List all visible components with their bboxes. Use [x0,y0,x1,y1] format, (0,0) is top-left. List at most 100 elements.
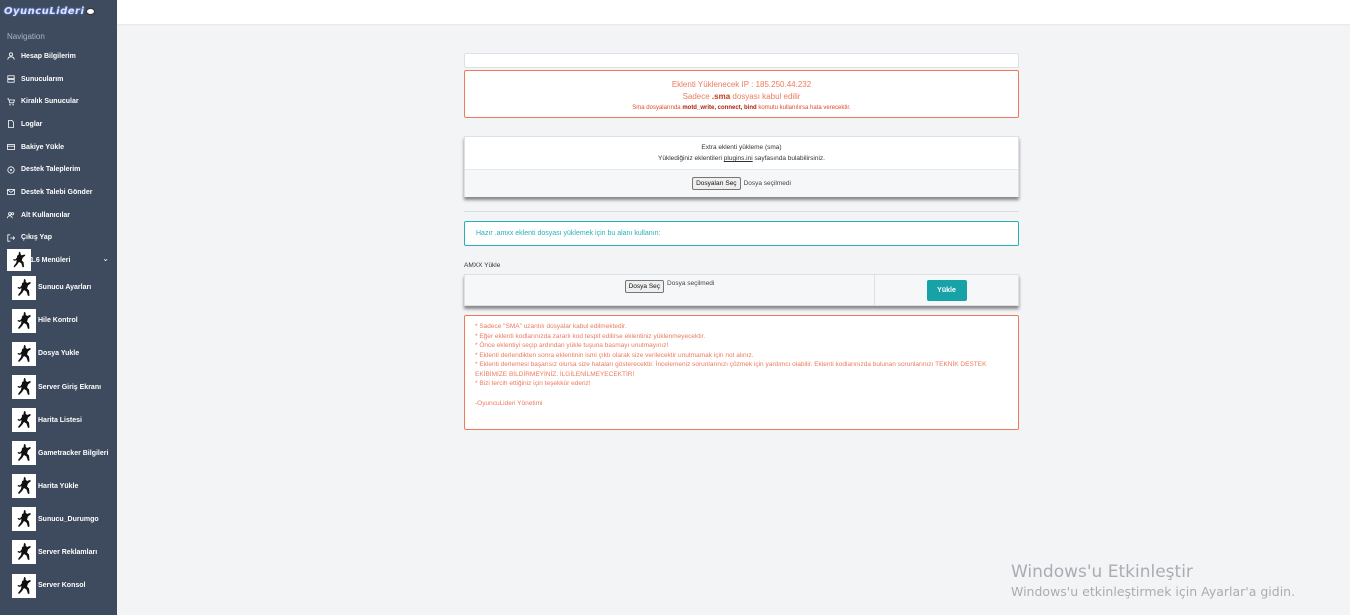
sidebar-item-support-tickets[interactable]: Destek Taleplerim [0,158,117,181]
sidebar-subitem-label: Server Reklamları [38,548,98,556]
sidebar-subitem-server-settings[interactable]: Sunucu Ayarları [0,271,117,304]
sidebar-subitem-map-upload[interactable]: Harita Yükle [0,470,117,503]
sidebar-subitem-server-console[interactable]: Server Konsol [0,569,117,602]
counter-strike-icon [12,474,36,499]
sma-only-suffix: dosyası kabul edilir [730,92,801,101]
plugins-ini-link[interactable]: plugins.ini [724,155,753,162]
sma-card-title: Extra eklenti yükleme (sma) [701,144,782,151]
sidebar-subitem-label: Server Konsol [38,582,86,590]
forbidden-commands: motd_write, connect, bind [682,105,757,111]
sidebar-subitem-label: Hile Kontrol [38,317,78,325]
forbidden-suffix: komutu kullanılırsa hata verecektir. [756,105,851,111]
user-icon [7,52,15,60]
logout-icon [7,234,15,242]
nav-heading: Navigation [7,32,45,41]
choose-files-button[interactable]: Dosyaları Seç [692,177,741,190]
sidebar-subitem-map-list[interactable]: Harita Listesi [0,404,117,437]
counter-strike-icon [12,507,36,532]
brand-logo[interactable]: OyuncuLideri [0,0,117,22]
mail-icon [7,188,15,196]
amxx-notice: Hazır .amxx eklenti dosyası yüklemek içi… [464,221,1019,246]
sidebar-subitem-label: Server Giriş Ekranı [38,383,102,391]
sidebar-item-servers[interactable]: Sunucularım [0,68,117,91]
counter-strike-icon [12,375,36,400]
sidebar-item-send-ticket[interactable]: Destek Talebi Gönder [0,181,117,204]
counter-strike-icon [12,441,36,466]
empty-panel [464,53,1019,68]
upload-button[interactable]: Yükle [926,279,967,301]
rule-item: * Sadece "SMA" uzantılı dosyalar kabul e… [475,323,627,330]
rule-item: * Önce eklentiyi seçip ardından yükle tu… [475,342,669,349]
sidebar-group-label: 1.6 Menüleri [30,256,71,264]
rule-item: * Eklenti derlemesi başarısız olursa siz… [475,361,987,378]
sidebar-subitem-label: Dosya Yukle [38,350,80,358]
logo-mark-icon [86,7,96,15]
sidebar-subitem-server-ads[interactable]: Server Reklamları [0,536,117,569]
watermark-title: Windows'u Etkinleştir [1011,562,1193,582]
sidebar-item-logout[interactable]: Çıkış Yap [0,227,117,250]
sidebar-subitem-cheat-control[interactable]: Hile Kontrol [0,304,117,337]
top-header [117,0,1350,24]
amxx-upload-row: Dosya Seç Dosya seçilmedi Yükle [464,274,1019,306]
divider [464,211,1019,212]
sma-extension: .sma [711,92,731,101]
sidebar-item-label: Bakiye Yükle [21,143,65,151]
sma-only-text: Sadece .sma dosyası kabul edilir [465,91,1018,103]
forbidden-prefix: Sma dosyalarında [632,105,683,111]
sidebar-item-logs[interactable]: Loglar [0,113,117,136]
sma-file-picker: Dosyaları Seç Dosya seçilmedi [465,170,1018,197]
ip-notice: Eklenti Yüklenecek IP : 185.250.44.232 S… [464,70,1019,118]
management-signature: -OyuncuLideri Yönetimi [475,399,543,407]
upload-ip-text: Eklenti Yüklenecek IP : 185.250.44.232 [671,80,812,89]
sma-only-prefix: Sadece [682,92,712,101]
sidebar-item-balance[interactable]: Bakiye Yükle [0,136,117,159]
sidebar-item-label: Kiralık Sunucular [21,98,79,106]
sma-card-header: Extra eklenti yükleme (sma) Yüklediğiniz… [465,137,1018,170]
sidebar-subitem-login-screen[interactable]: Server Giriş Ekranı [0,370,117,403]
users-icon [7,211,15,219]
counter-strike-icon [12,341,36,366]
amxx-upload-action: Yükle [875,275,1018,305]
sidebar-subitem-label: Gametracker Bilgileri [38,449,109,457]
counter-strike-icon [7,249,31,272]
sma-sub-suffix: sayfasında bulabilirsiniz. [752,155,825,162]
amxx-notice-text: Hazır .amxx eklenti dosyası yüklemek içi… [476,230,661,237]
sidebar-item-label: Çıkış Yap [21,234,53,242]
windows-activation-watermark: Windows'u Etkinleştir Windows'u etkinleş… [1011,561,1295,601]
counter-strike-icon [12,540,36,565]
sidebar-subitem-gametracker[interactable]: Gametracker Bilgileri [0,437,117,470]
sidebar-item-label: Hesap Bilgilerim [21,52,76,60]
counter-strike-icon [12,275,36,300]
chevron-down-icon: ⌄ [102,254,109,264]
sidebar-item-sub-users[interactable]: Alt Kullanıcılar [0,204,117,227]
amxx-upload-label: AMXX Yükle [464,262,501,269]
amxx-file-picker: Dosya Seç Dosya seçilmedi [465,275,875,305]
rule-item: * Bizi tercih ettiğiniz için teşekkür ed… [475,380,591,387]
sidebar-item-label: Loglar [21,120,43,128]
logo-text: OyuncuLideri [4,5,85,17]
sidebar-item-label: Destek Taleplerim [21,166,81,174]
watermark-subtitle: Windows'u etkinleştirmek için Ayarlar'a … [1011,584,1296,599]
counter-strike-icon [12,308,36,333]
sidebar-group-cs16[interactable]: 1.6 Menüleri ⌄ [0,249,117,272]
sidebar-subitem-server-status[interactable]: Sunucu_Durumgo [0,503,117,536]
rule-item: * Eklenti derlendikten sonra eklentinin … [475,351,754,359]
sidebar: OyuncuLideri Navigation Hesap Bilgilerim… [0,0,117,615]
sidebar-subitem-label: Sunucu_Durumgo [38,515,99,523]
sidebar-subitem-label: Sunucu Ayarları [38,284,92,292]
counter-strike-icon [12,408,36,433]
rules-box: * Sadece "SMA" uzantılı dosyalar kabul e… [464,315,1019,430]
choose-file-button[interactable]: Dosya Seç [624,280,665,293]
sidebar-item-label: Sunucularım [21,75,64,83]
credit-card-icon [7,143,15,151]
sma-card-subtitle: Yüklediğiniz eklentileri plugins.ini say… [465,153,1018,164]
sidebar-subitem-file-upload[interactable]: Dosya Yukle [0,337,117,370]
sidebar-item-label: Alt Kullanıcılar [21,211,71,219]
sma-upload-card: Extra eklenti yükleme (sma) Yüklediğiniz… [464,136,1019,197]
server-icon [7,75,15,83]
rule-item: * Eğer eklenti kodlarınızda zararlı kod … [475,332,706,340]
sidebar-item-rental-servers[interactable]: Kiralık Sunucular [0,90,117,113]
sidebar-item-account[interactable]: Hesap Bilgilerim [0,45,117,68]
forbidden-commands-text: Sma dosyalarında motd_write, connect, bi… [465,103,1018,113]
document-icon [7,120,15,129]
